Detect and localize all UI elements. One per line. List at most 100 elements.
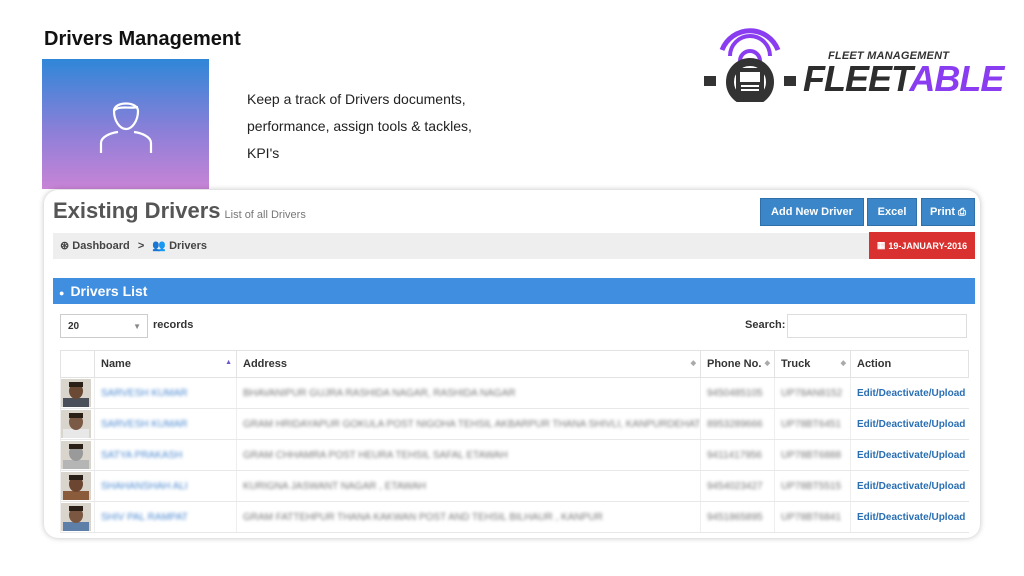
logo-word-dark: FLEET [803,58,910,99]
fleetable-logo: FLEET MANAGEMENT FLEETABLE [700,28,1004,102]
column-action-label: Action [857,358,892,370]
driver-name[interactable]: SARVESH KUMAR [101,388,188,399]
print-button[interactable]: Print ⎙ [921,198,975,226]
driver-actions-link[interactable]: Edit/Deactivate/Upload [857,388,965,399]
logo-word-accent: ABLE [909,58,1004,99]
driver-actions-link[interactable]: Edit/Deactivate/Upload [857,481,965,492]
driver-photo [60,377,95,409]
driver-photo [60,470,95,502]
print-label: Print [929,206,956,218]
driver-address-cell: KURIGNA JASWANT NAGAR , ETAWAH [236,470,701,502]
driver-actions-link[interactable]: Edit/Deactivate/Upload [857,512,965,523]
driver-name[interactable]: SHIV PAL RAMPAT [101,512,188,523]
table-row: SARVESH KUMAR GRAM HRIDAYAPUR GOKULA POST… [60,408,969,440]
driver-name[interactable]: SHAHANSHAH ALI [101,481,188,492]
driver-name[interactable]: SARVESH KUMAR [101,419,188,430]
excel-button[interactable]: Excel [867,198,917,226]
table-row: SATYA PRAKASH GRAM CHHAMRA POST HEURA TEH… [60,439,969,471]
users-icon: 👥 [152,240,167,252]
driver-truck: UP78BT6451 [781,418,842,430]
table-row: SHIV PAL RAMPAT GRAM FATTEHPUR THANA KAKW… [60,501,969,533]
driver-phone: 9451865895 [707,511,763,523]
driver-hero-box [42,59,209,189]
column-name[interactable]: Name ▲ [94,350,237,378]
driver-phone: 9411417956 [707,449,762,461]
driver-action-cell[interactable]: Edit/Deactivate/Upload [850,439,969,471]
driver-photo [60,439,95,471]
sort-icon: ◆ [840,360,846,367]
search-input[interactable] [787,314,967,338]
driver-truck: UP78BT6888 [781,449,842,461]
driver-photo [60,501,95,533]
column-address-label: Address [243,358,288,370]
driver-phone-cell: 8953289666 [700,408,775,440]
chevron-down-icon: ▼ [133,322,141,331]
date-text: 19-JANUARY-2016 [888,240,968,251]
driver-address-cell: GRAM FATTEHPUR THANA KAKWAN POST AND TEH… [236,501,701,533]
sort-asc-icon: ▲ [225,359,232,366]
records-per-page-select[interactable]: 20 ▼ [60,314,148,338]
driver-name-cell[interactable]: SARVESH KUMAR [94,408,237,440]
printer-icon: ⎙ [958,206,967,218]
driver-name-cell[interactable]: SATYA PRAKASH [94,439,237,471]
app-screenshot: Existing Drivers List of all Drivers Add … [44,190,980,538]
driver-phone-cell: 9411417956 [700,439,775,471]
user-icon [99,102,152,153]
driver-address: BHAVANIPUR GUJRA RASHIDA NAGAR, RASHIDA … [243,387,516,399]
driver-truck-cell: UP78BT6888 [774,439,851,471]
driver-name-cell[interactable]: SARVESH KUMAR [94,377,237,409]
panel-title: Drivers List [70,283,148,299]
breadcrumb-drivers: Drivers [169,240,207,252]
driver-avatar [61,503,91,531]
column-phone[interactable]: Phone No. ◆ [700,350,775,378]
table-row: SHAHANSHAH ALI KURIGNA JASWANT NAGAR , ET… [60,470,969,502]
driver-action-cell[interactable]: Edit/Deactivate/Upload [850,470,969,502]
driver-address: KURIGNA JASWANT NAGAR , ETAWAH [243,480,426,492]
driver-name-cell[interactable]: SHIV PAL RAMPAT [94,501,237,533]
driver-truck-cell: UP78AN8152 [774,377,851,409]
driver-action-cell[interactable]: Edit/Deactivate/Upload [850,408,969,440]
driver-name[interactable]: SATYA PRAKASH [101,450,182,461]
drivers-list-panel-header: ● Drivers List [53,278,975,304]
driver-actions-link[interactable]: Edit/Deactivate/Upload [857,450,965,461]
driver-phone-cell: 9450485105 [700,377,775,409]
driver-phone: 9454023427 [707,480,763,492]
breadcrumb-dashboard[interactable]: Dashboard [72,240,129,252]
search-label: Search: [745,319,786,331]
table-header-row: Name ▲ Address ◆ Phone No. ◆ Truck ◆ Action [60,350,969,378]
driver-phone: 9450485105 [707,387,763,399]
column-name-label: Name [101,358,131,370]
truck-gear-icon [704,28,796,102]
driver-address-cell: GRAM CHHAMRA POST HEURA TEHSIL SAFAL ETA… [236,439,701,471]
add-new-driver-button[interactable]: Add New Driver [760,198,864,226]
column-action: Action [850,350,969,378]
sort-icon: ◆ [764,360,770,367]
column-photo [60,350,95,378]
driver-action-cell[interactable]: Edit/Deactivate/Upload [850,501,969,533]
column-truck[interactable]: Truck ◆ [774,350,851,378]
driver-avatar [61,441,91,469]
breadcrumb: ⊛ Dashboard > 👥 Drivers [53,233,975,259]
driver-address-cell: BHAVANIPUR GUJRA RASHIDA NAGAR, RASHIDA … [236,377,701,409]
records-value: 20 [68,321,80,332]
collapse-icon[interactable]: ● [59,288,64,298]
driver-phone: 8953289666 [707,418,763,430]
sort-icon: ◆ [690,360,696,367]
driver-phone-cell: 9454023427 [700,470,775,502]
driver-address: GRAM HRIDAYAPUR GOKULA POST NIGOHA TEHSI… [243,418,701,430]
driver-address: GRAM FATTEHPUR THANA KAKWAN POST AND TEH… [243,511,603,523]
column-address[interactable]: Address ◆ [236,350,701,378]
logo-wordmark: FLEETABLE [803,58,1004,99]
driver-truck-cell: UP78BT5515 [774,470,851,502]
driver-address: GRAM CHHAMRA POST HEURA TEHSIL SAFAL ETA… [243,449,508,461]
driver-phone-cell: 9451865895 [700,501,775,533]
slide-title: Drivers Management [44,28,241,50]
driver-action-cell[interactable]: Edit/Deactivate/Upload [850,377,969,409]
driver-actions-link[interactable]: Edit/Deactivate/Upload [857,419,965,430]
breadcrumb-separator: > [137,240,145,252]
calendar-icon: ▦ [876,240,886,250]
dashboard-icon: ⊛ [60,240,70,252]
driver-name-cell[interactable]: SHAHANSHAH ALI [94,470,237,502]
driver-truck-cell: UP78BT6451 [774,408,851,440]
date-badge[interactable]: ▦ 19-JANUARY-2016 [869,232,975,259]
